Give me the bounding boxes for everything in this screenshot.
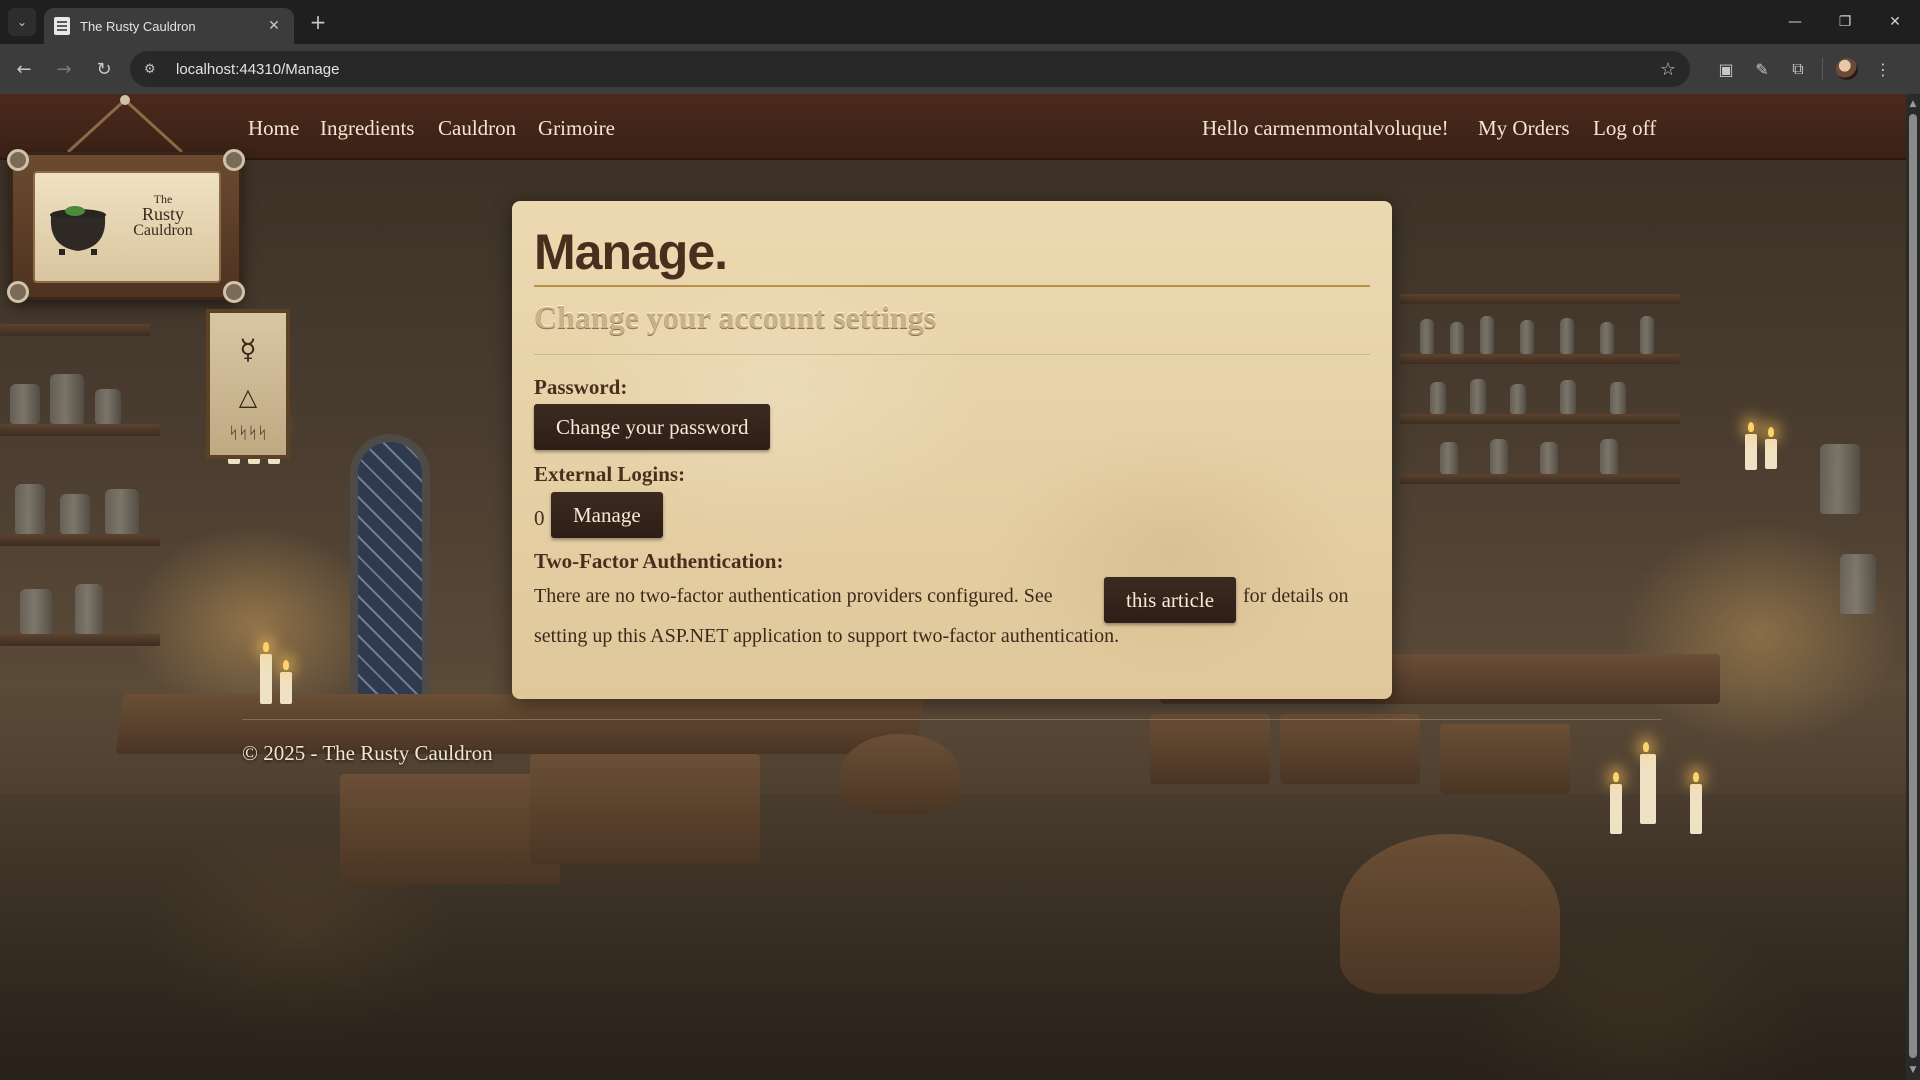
page-scrollbar[interactable]: ▲ ▼ [1906,94,1920,1080]
scroll-up-icon[interactable]: ▲ [1906,96,1920,112]
pen-extension-icon[interactable]: ✎ [1744,51,1780,87]
nav-cauldron[interactable]: Cauldron [438,116,516,141]
rune-symbols-icon: ᛋᛋᛋᛋ [228,423,268,442]
window-controls: — ❐ ✕ [1770,0,1920,44]
logo-cauldron: Cauldron [133,222,193,239]
external-logins-label: External Logins: [534,462,686,486]
page-viewport: Home Ingredients Cauldron Grimoire Hello… [0,94,1906,1080]
subtitle-divider [534,354,1370,355]
footer-copyright: © 2025 - The Rusty Cauldron [242,741,493,765]
window-close-icon[interactable]: ✕ [1870,0,1920,44]
footer-divider [242,719,1662,720]
reload-icon[interactable]: ↻ [84,49,124,89]
toolbar-separator [1822,58,1823,80]
extension-icon[interactable]: ▣ [1708,51,1744,87]
browser-toolbar: ← → ↻ ⚙ localhost:44310/Manage ☆ ▣ ✎ ⧉ ⋮ [0,44,1920,94]
plus-icon[interactable]: + [304,10,332,34]
sign-rope [66,95,184,154]
password-label: Password: [534,375,628,399]
alchemy-symbol-sign: ☿ △ ᛋᛋᛋᛋ [206,309,290,459]
scroll-thumb[interactable] [1909,114,1917,1058]
logo-panel: The Rusty Cauldron [33,171,221,283]
page-subtitle: Change your account settings [534,299,937,335]
this-article-button[interactable]: this article [1104,577,1237,623]
external-logins-count: 0 [534,506,545,530]
nav-log-off[interactable]: Log off [1593,116,1656,141]
alchemy-symbol-icon: ☿ [239,333,257,366]
page-title: Manage. [534,224,728,280]
site-logo[interactable]: The Rusty Cauldron [7,149,245,303]
manage-card: Manage. Change your account settings Pas… [512,201,1392,699]
two-factor-text-line2: setting up this ASP.NET application to s… [534,625,1120,647]
logo-rusty: Rusty [141,204,184,224]
two-factor-text-start: There are no two-factor authentication p… [534,585,1053,607]
address-bar[interactable]: ⚙ localhost:44310/Manage ☆ [130,51,1690,87]
favicon-icon [54,17,70,35]
manage-logins-button[interactable]: Manage [551,492,663,538]
nav-greeting[interactable]: Hello carmenmontalvoluque! [1202,116,1449,141]
url-text[interactable]: localhost:44310/Manage [176,61,1660,78]
change-password-button[interactable]: Change your password [534,404,771,450]
arched-window [350,434,430,704]
logo-text: The Rusty Cauldron [113,193,213,239]
profile-avatar-icon[interactable] [1829,51,1865,87]
close-icon[interactable]: ✕ [264,18,284,34]
cauldron-icon [50,206,106,255]
triangle-symbol-icon: △ [238,383,258,411]
tab-title: The Rusty Cauldron [80,18,196,34]
title-divider [534,285,1370,287]
nav-ingredients[interactable]: Ingredients [320,116,414,141]
extensions-area: ▣ ✎ ⧉ ⋮ [1708,51,1901,87]
minimize-icon[interactable]: — [1770,0,1820,44]
puzzle-icon[interactable]: ⧉ [1780,51,1816,87]
nav-my-orders[interactable]: My Orders [1478,116,1570,141]
browser-tab[interactable]: The Rusty Cauldron ✕ [44,8,294,44]
star-icon[interactable]: ☆ [1660,59,1676,80]
two-factor-label: Two-Factor Authentication: [534,549,784,573]
forward-icon[interactable]: → [44,49,84,89]
site-info-icon[interactable]: ⚙ [144,62,168,77]
restore-icon[interactable]: ❐ [1820,0,1870,44]
site-navbar: Home Ingredients Cauldron Grimoire Hello… [0,94,1906,160]
more-icon[interactable]: ⋮ [1865,51,1901,87]
two-factor-text-end: for details on [1243,585,1349,607]
back-icon[interactable]: ← [4,49,44,89]
scroll-down-icon[interactable]: ▼ [1906,1062,1920,1078]
nav-home[interactable]: Home [248,116,299,141]
browser-tabstrip: ⌄ The Rusty Cauldron ✕ + — ❐ ✕ [0,0,1920,44]
nav-grimoire[interactable]: Grimoire [538,116,615,141]
tab-list-icon[interactable]: ⌄ [8,8,36,36]
